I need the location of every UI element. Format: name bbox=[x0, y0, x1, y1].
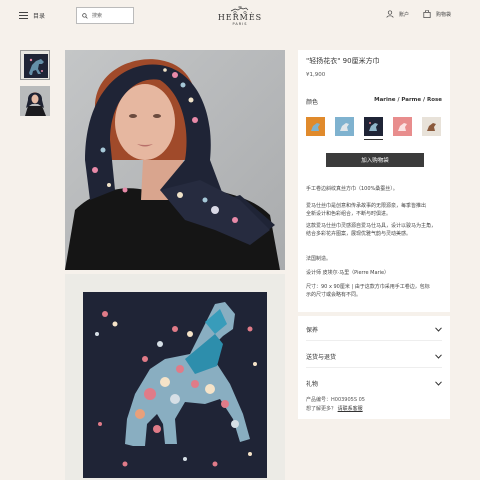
product-title: "轻扬花衣" 90厘米方巾 bbox=[306, 57, 380, 65]
accordion-shipping[interactable]: 送货与退货 bbox=[306, 350, 442, 362]
site-header: 目录 搜索 HERMÈS PARIS 账户 购物袋 bbox=[0, 0, 480, 36]
swatch-blue-image bbox=[335, 117, 354, 136]
hamburger-icon bbox=[19, 12, 28, 19]
chevron-down-icon bbox=[435, 353, 442, 359]
chevron-down-icon bbox=[435, 326, 442, 332]
help-line: 想了解更多？ 请联系客服 bbox=[306, 405, 363, 412]
cart-label: 购物袋 bbox=[436, 11, 452, 18]
description-para2-l2: 全新设计和色彩组合，不断与时俱进。 bbox=[306, 211, 392, 217]
swatch-pink-image bbox=[393, 117, 412, 136]
description-size-l2: 示的尺寸或会略有不同。 bbox=[306, 292, 362, 298]
description-para2-l1: 爱马仕丝巾是创意和传承故事的无限源泉，每季皆推出 bbox=[306, 203, 427, 209]
scarf-thumbnail-image bbox=[21, 51, 49, 79]
accordion-divider bbox=[306, 367, 442, 368]
description-made-in: 法国制造。 bbox=[306, 256, 332, 262]
description-size-l1: 尺寸：90 x 90厘米 | 由于这款方巾采用手工卷边，包标 bbox=[306, 284, 430, 290]
accordion-care-label: 保养 bbox=[306, 326, 319, 334]
accordion-shipping-label: 送货与退货 bbox=[306, 353, 337, 361]
search-icon bbox=[82, 12, 88, 19]
color-label: 颜色 bbox=[306, 99, 319, 106]
swatch-navy[interactable] bbox=[364, 117, 383, 140]
logo-brand: HERMÈS bbox=[217, 13, 263, 22]
search-input[interactable]: 搜索 bbox=[76, 7, 134, 24]
thumbnail-model[interactable] bbox=[20, 86, 50, 116]
add-to-cart-button[interactable]: 加入购物袋 bbox=[326, 153, 424, 167]
thumbnail-scarf[interactable] bbox=[20, 50, 50, 80]
search-placeholder: 搜索 bbox=[92, 13, 103, 19]
swatch-pink[interactable] bbox=[393, 117, 412, 136]
menu-button[interactable]: 目录 bbox=[19, 11, 45, 20]
color-value: Marine / Parme / Rose bbox=[374, 97, 442, 103]
accordion-care[interactable]: 保养 bbox=[306, 323, 442, 335]
brand-logo[interactable]: HERMÈS PARIS bbox=[214, 5, 266, 27]
accordion-gift[interactable]: 礼物 bbox=[306, 377, 442, 389]
model-thumbnail-image bbox=[20, 86, 50, 116]
swatch-orange-image bbox=[306, 117, 325, 136]
swatch-orange[interactable] bbox=[306, 117, 325, 136]
swatch-navy-image bbox=[364, 117, 383, 136]
product-info-panel: "轻扬花衣" 90厘米方巾 ¥1,900 颜色 Marine / Parme /… bbox=[298, 50, 450, 312]
description-para3-l1: 这款爱马仕丝巾灵感源自爱马仕马具，设计以骏马为主角， bbox=[306, 223, 437, 229]
logo-city: PARIS bbox=[232, 22, 248, 26]
product-code: 产品编号：H003905S 05 bbox=[306, 397, 365, 403]
swatch-beige-image bbox=[422, 117, 441, 136]
info-accordion: 保养 送货与退货 礼物 产品编号：H003905S 05 想了解更多？ 请联系客… bbox=[298, 316, 450, 419]
description-designer: 设计师 皮埃尔·马里（Pierre Marie） bbox=[306, 270, 390, 276]
contact-support-link[interactable]: 请联系客服 bbox=[338, 406, 363, 412]
chevron-down-icon bbox=[435, 380, 442, 386]
cart-link[interactable]: 购物袋 bbox=[423, 10, 451, 18]
swatch-beige[interactable] bbox=[422, 117, 441, 136]
account-label: 账户 bbox=[399, 11, 410, 18]
scarf-photo-illustration bbox=[65, 274, 285, 480]
user-icon bbox=[386, 10, 394, 18]
product-price: ¥1,900 bbox=[306, 72, 326, 78]
accordion-divider bbox=[306, 340, 442, 341]
menu-label: 目录 bbox=[33, 13, 46, 20]
description-para3-l2: 结合多彩花卉图案，展现优雅气韵与灵动美感。 bbox=[306, 231, 412, 237]
model-photo-illustration bbox=[65, 50, 285, 270]
color-swatches bbox=[306, 117, 441, 140]
description-line1: 手工卷边斜纹真丝方巾（100%桑蚕丝）。 bbox=[306, 186, 398, 192]
shopping-bag-icon bbox=[423, 10, 431, 18]
product-photo-model bbox=[65, 50, 285, 270]
product-photo-scarf bbox=[65, 274, 285, 480]
accordion-gift-label: 礼物 bbox=[306, 380, 319, 388]
help-question: 想了解更多？ bbox=[306, 406, 337, 412]
swatch-blue[interactable] bbox=[335, 117, 354, 136]
account-link[interactable]: 账户 bbox=[386, 10, 409, 18]
